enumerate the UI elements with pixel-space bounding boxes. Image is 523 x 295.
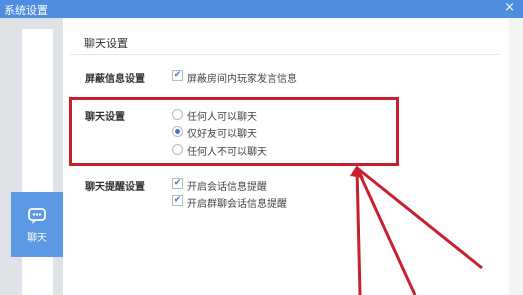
annotation-arrows xyxy=(350,165,483,295)
